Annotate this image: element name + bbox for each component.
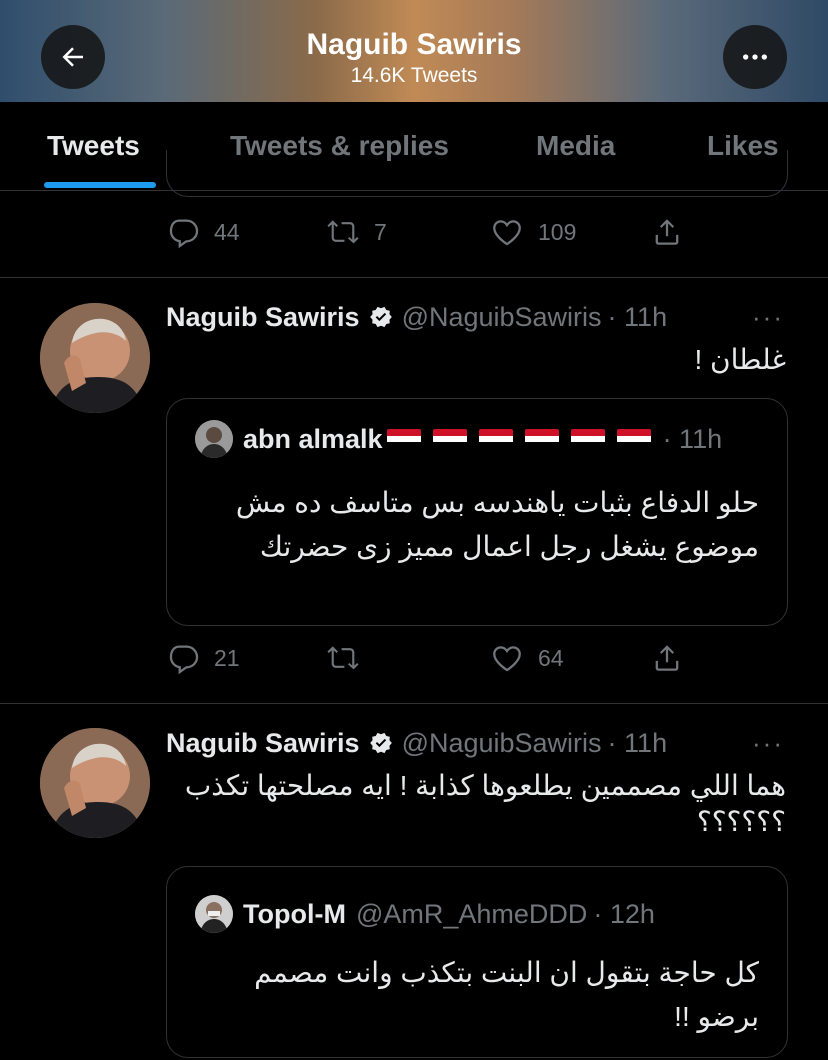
reply-count: 21 (214, 644, 240, 671)
quote-time: · 11h (662, 423, 723, 454)
like-count: 64 (538, 644, 564, 671)
like-button[interactable]: 109 (490, 215, 576, 249)
like-button[interactable]: 64 (490, 641, 564, 675)
quote-time: · 12h (593, 898, 655, 929)
tweet-header: Naguib Sawiris @NaguibSawiris · 11h (166, 297, 667, 337)
like-count: 109 (538, 218, 577, 245)
retweet-button[interactable] (326, 641, 374, 675)
quote-text: كل حاجة بتقول ان البنت بتكذب وانت مصمم ب… (254, 957, 759, 1032)
reply-button[interactable]: 21 (166, 641, 240, 675)
egypt-flag-icon (383, 429, 651, 449)
more-icon (743, 54, 767, 60)
tweet-text: غلطان ! (694, 344, 786, 375)
author-handle[interactable]: @NaguibSawiris (402, 302, 602, 333)
header-title: Naguib Sawiris (306, 28, 522, 61)
quote-tweet-card[interactable]: abn almalk · 11h حلو الدفاع بثبات ياهندس… (166, 398, 788, 626)
verified-icon (368, 304, 394, 330)
author-handle[interactable]: @NaguibSawiris (402, 728, 602, 759)
previous-quote-card (166, 150, 788, 197)
quote-header: Topol-M @AmR_AhmeDDD · 12h (195, 894, 655, 934)
tweet-text: هما اللي مصممين يطلعوها كذابة ! ايه مصلح… (184, 770, 786, 837)
tab-tweets[interactable]: Tweets (47, 130, 140, 162)
previous-tweet-actions: 44 7 109 (166, 215, 706, 255)
tweet-actions: 21 64 (166, 641, 706, 681)
active-tab-indicator (44, 182, 156, 188)
profile-header: Naguib Sawiris 14.6K Tweets (0, 0, 828, 102)
quote-author-name: Topol-M (243, 898, 346, 929)
quote-text: حلو الدفاع بثبات ياهندسه بس متاسف ده مش … (235, 487, 759, 562)
quote-header: abn almalk · 11h (195, 419, 722, 459)
share-button[interactable] (650, 641, 684, 675)
tweet-header: Naguib Sawiris @NaguibSawiris · 11h (166, 723, 667, 763)
retweet-icon (327, 220, 359, 244)
tweet-more-button[interactable]: ··· (752, 728, 784, 759)
retweet-button[interactable]: 7 (326, 215, 387, 249)
reply-icon (169, 219, 199, 249)
retweet-icon (327, 646, 359, 670)
like-icon (493, 220, 521, 246)
reply-count: 44 (214, 218, 240, 245)
tweet-time[interactable]: · 11h (608, 728, 668, 759)
avatar[interactable] (40, 303, 150, 413)
more-options-button[interactable] (723, 25, 787, 89)
reply-icon (169, 645, 199, 675)
quote-avatar (195, 420, 233, 458)
author-name[interactable]: Naguib Sawiris (166, 302, 360, 333)
retweet-count: 7 (374, 218, 387, 245)
tweet-divider (0, 703, 828, 704)
like-icon (493, 646, 521, 672)
share-icon (655, 219, 679, 245)
avatar[interactable] (40, 728, 150, 838)
quote-author-handle: @AmR_AhmeDDD (355, 898, 588, 929)
tweet-time[interactable]: · 11h (608, 302, 668, 333)
verified-icon (368, 730, 394, 756)
reply-button[interactable]: 44 (166, 215, 240, 249)
quote-tweet-card[interactable]: Topol-M @AmR_AhmeDDD · 12h كل حاجة بتقول… (166, 866, 788, 1058)
share-button[interactable] (650, 215, 684, 249)
tweet-more-button[interactable]: ··· (752, 302, 784, 333)
avatar-photo (40, 303, 150, 413)
tweet-divider (0, 277, 828, 278)
quote-avatar (195, 895, 233, 933)
quote-author-name: abn almalk (243, 423, 383, 454)
avatar-photo (40, 728, 150, 838)
header-tweet-count: 14.6K Tweets (350, 64, 478, 87)
author-name[interactable]: Naguib Sawiris (166, 728, 360, 759)
share-icon (655, 645, 679, 671)
